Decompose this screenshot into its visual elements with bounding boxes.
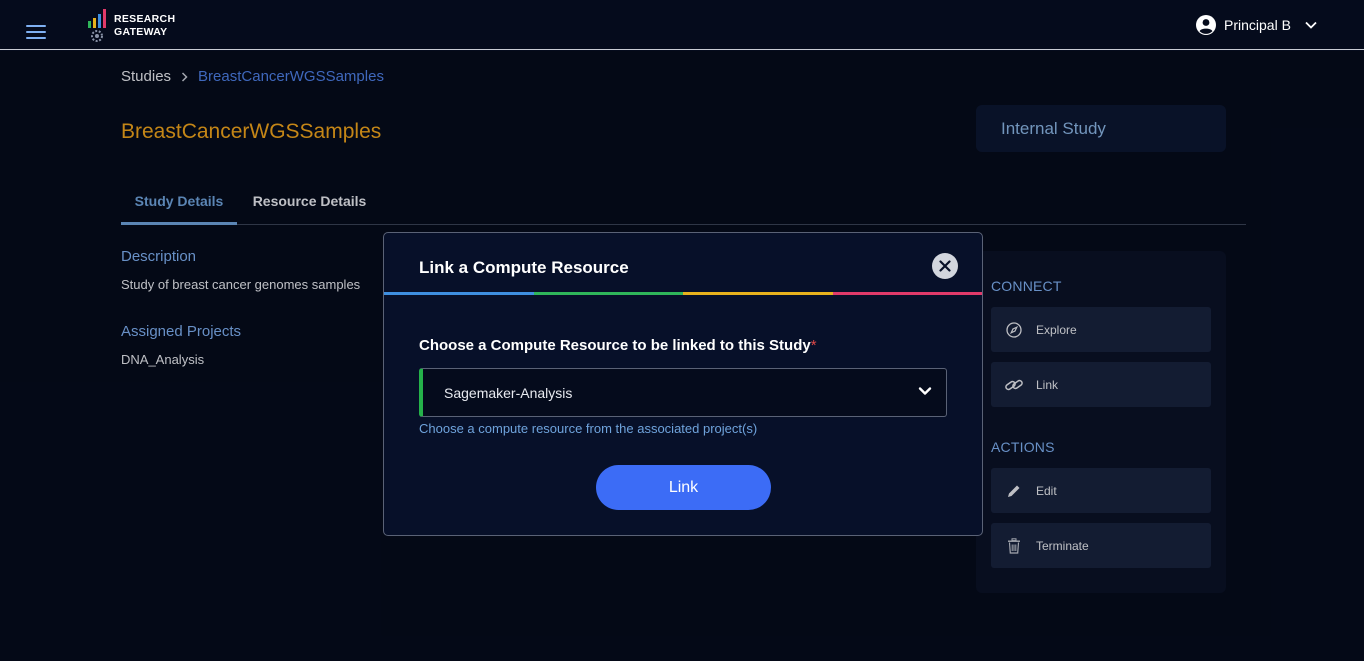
brand-name: RESEARCH GATEWAY — [114, 13, 175, 39]
compute-resource-label-text: Choose a Compute Resource to be linked t… — [419, 337, 811, 354]
modal-rainbow-divider — [384, 292, 982, 295]
logo-bars-icon — [88, 9, 106, 42]
top-bar: RESEARCH GATEWAY Principal B — [0, 0, 1364, 50]
compute-resource-label: Choose a Compute Resource to be linked t… — [419, 337, 817, 354]
hamburger-icon[interactable] — [26, 25, 46, 39]
compute-resource-help-text: Choose a compute resource from the assoc… — [419, 421, 758, 436]
required-marker: * — [810, 337, 817, 354]
modal-title: Link a Compute Resource — [419, 258, 629, 277]
brand-line-2: GATEWAY — [114, 26, 168, 38]
user-name: Principal B — [1224, 17, 1291, 33]
brand-logo[interactable]: RESEARCH GATEWAY — [85, 8, 185, 44]
link-submit-button[interactable]: Link — [596, 465, 771, 510]
chevron-down-icon — [918, 387, 932, 395]
chevron-down-icon — [1305, 21, 1317, 29]
link-compute-resource-modal: Link a Compute Resource Choose a Compute… — [383, 232, 983, 536]
close-icon[interactable] — [932, 253, 958, 279]
brand-line-1: RESEARCH — [114, 13, 176, 25]
account-circle-icon — [1196, 15, 1216, 35]
compute-resource-select[interactable]: Sagemaker-Analysis — [419, 368, 947, 417]
user-menu[interactable]: Principal B — [1196, 12, 1317, 38]
compute-resource-selected-value: Sagemaker-Analysis — [444, 384, 573, 401]
